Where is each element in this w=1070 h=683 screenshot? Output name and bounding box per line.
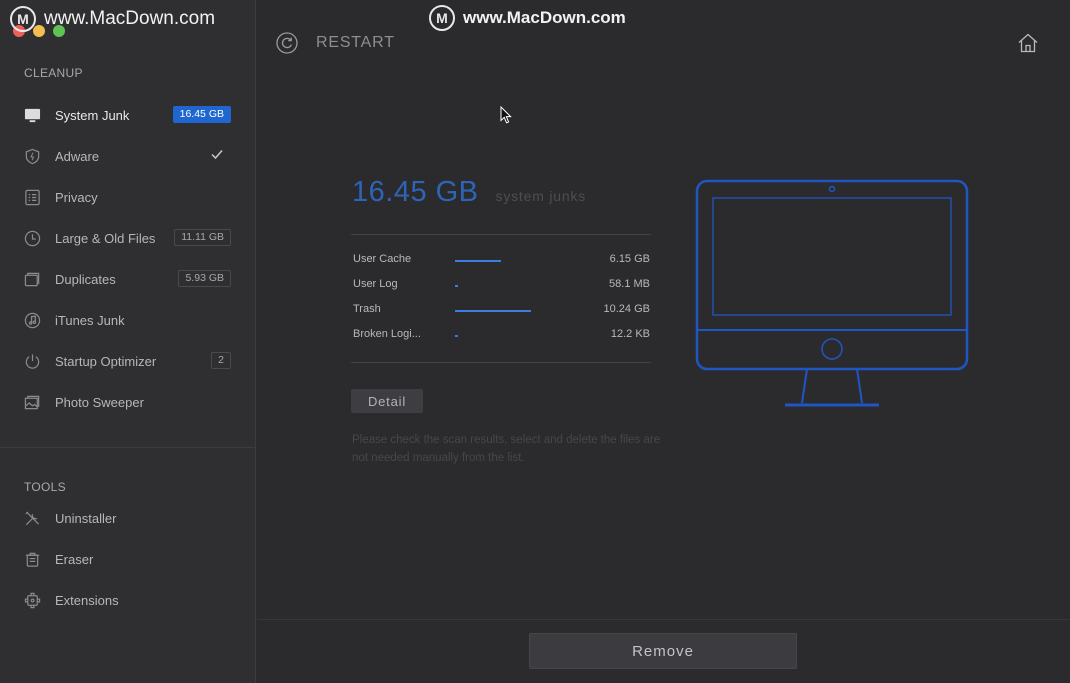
breakdown-bar [455, 310, 531, 312]
sidebar-item-large-old-files[interactable]: Large & Old Files 11.11 GB [0, 221, 256, 255]
breakdown-bar [455, 335, 458, 337]
trash-icon [23, 550, 41, 568]
monitor-illustration [695, 179, 969, 407]
tools-icon [23, 509, 41, 527]
restart-button[interactable]: RESTART [276, 32, 395, 54]
breakdown-size: 10.24 GB [603, 303, 650, 315]
breakdown-row-user-log: User Log 58.1 MB [353, 278, 650, 294]
breakdown-bar [455, 260, 501, 262]
scan-note: Please check the scan results, select an… [352, 434, 661, 464]
sidebar-item-label: Large & Old Files [55, 230, 156, 246]
summary-divider [351, 234, 651, 235]
breakdown-label: User Log [353, 278, 398, 290]
sidebar-item-label: Extensions [55, 592, 119, 608]
count-badge: 2 [211, 352, 231, 369]
macdown-logo-icon: M [429, 5, 455, 31]
sidebar-item-eraser[interactable]: Eraser [0, 542, 256, 576]
size-badge: 5.93 GB [178, 270, 231, 287]
watermark-top-center: M www.MacDown.com [429, 5, 626, 31]
music-icon [23, 311, 41, 329]
breakdown-label: User Cache [353, 253, 412, 265]
breakdown-size: 58.1 MB [609, 278, 650, 290]
sidebar-item-duplicates[interactable]: Duplicates 5.93 GB [0, 262, 256, 296]
total-size-caption: system junks [495, 188, 587, 204]
list-icon [23, 188, 41, 206]
sidebar-item-uninstaller[interactable]: Uninstaller [0, 501, 256, 535]
home-icon[interactable] [1017, 32, 1039, 54]
size-badge: 16.45 GB [172, 106, 231, 123]
sidebar-item-label: Privacy [55, 189, 98, 205]
breakdown-label: Broken Logi... [353, 328, 421, 340]
power-icon [23, 352, 41, 370]
sidebar-item-label: Duplicates [55, 271, 116, 287]
sidebar-item-itunes-junk[interactable]: iTunes Junk [0, 303, 256, 337]
sidebar-divider [0, 447, 256, 448]
tools-section-title: TOOLS [24, 480, 66, 494]
breakdown-row-user-cache: User Cache 6.15 GB [353, 253, 650, 269]
sidebar-item-extensions[interactable]: Extensions [0, 583, 256, 617]
sidebar-item-label: Eraser [55, 551, 94, 567]
sidebar-item-adware[interactable]: Adware [0, 139, 256, 173]
watermark-text: www.MacDown.com [463, 8, 626, 27]
total-size: 16.45 GB [352, 176, 479, 208]
sidebar-item-label: Uninstaller [55, 510, 117, 526]
remove-button[interactable]: Remove [529, 633, 797, 669]
monitor-icon [23, 106, 41, 124]
shield-icon [23, 147, 41, 165]
watermark-text: www.MacDown.com [44, 8, 216, 29]
sidebar-item-photo-sweeper[interactable]: Photo Sweeper [0, 385, 256, 419]
mouse-cursor-icon [500, 106, 512, 124]
photos-icon [23, 393, 41, 411]
breakdown-size: 12.2 KB [610, 328, 650, 340]
puzzle-icon [23, 591, 41, 609]
watermark-top-left: M www.MacDown.com [10, 6, 215, 32]
sidebar-item-label: Adware [55, 148, 100, 164]
restart-label: RESTART [316, 34, 395, 51]
size-badge: 11.11 GB [174, 229, 231, 246]
breakdown-row-broken-login: Broken Logi... 12.2 KB [353, 328, 650, 344]
sidebar-item-label: iTunes Junk [55, 312, 125, 328]
sidebar-item-system-junk[interactable]: System Junk 16.45 GB [0, 98, 256, 132]
sidebar: CLEANUP System Junk 16.45 GB Adware Priv… [0, 0, 256, 683]
sidebar-item-label: System Junk [55, 107, 130, 123]
restart-icon [276, 32, 298, 54]
clock-icon [23, 229, 41, 247]
breakdown-size: 6.15 GB [609, 253, 650, 265]
cleanup-section-title: CLEANUP [24, 66, 83, 80]
macdown-logo-icon: M [10, 6, 36, 32]
sidebar-item-label: Startup Optimizer [55, 353, 157, 369]
scan-summary: 16.45 GB system junks [352, 176, 586, 209]
detail-button[interactable]: Detail [351, 389, 423, 413]
footer-divider [257, 619, 1070, 620]
breakdown-divider [351, 362, 651, 363]
breakdown-bar [455, 285, 458, 287]
sidebar-item-label: Photo Sweeper [55, 394, 144, 410]
breakdown-row-trash: Trash 10.24 GB [353, 303, 650, 319]
breakdown-label: Trash [353, 303, 381, 315]
sidebar-item-startup-optimizer[interactable]: Startup Optimizer 2 [0, 344, 256, 378]
checkmark-icon [211, 150, 223, 160]
sidebar-item-privacy[interactable]: Privacy [0, 180, 256, 214]
folder-icon [23, 270, 41, 288]
